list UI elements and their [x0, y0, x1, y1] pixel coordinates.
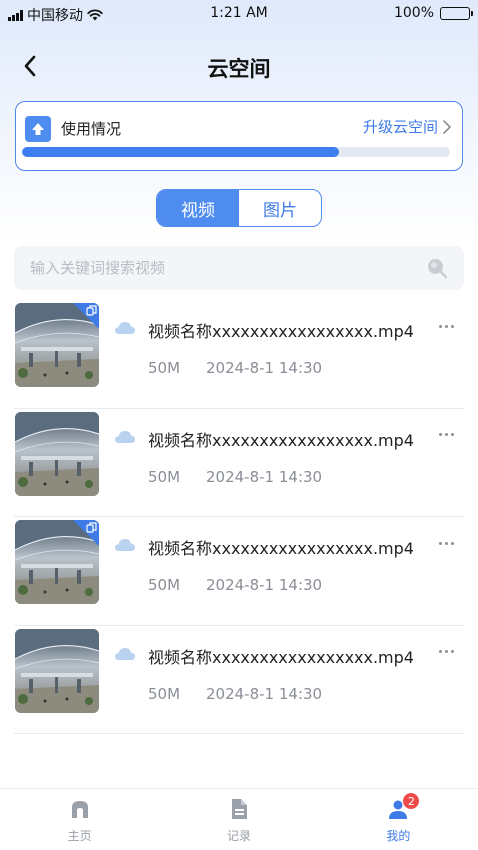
- file-size: 50M: [148, 576, 181, 594]
- file-list: 视频名称xxxxxxxxxxxxxxxxx.mp4 50M 2024-8-1 1…: [14, 300, 464, 734]
- usage-label: 使用情况: [61, 120, 122, 138]
- tab-mine-label: 我的: [386, 829, 411, 843]
- chevron-right-icon: [443, 119, 451, 134]
- home-icon: [71, 801, 88, 818]
- file-size: 50M: [148, 684, 181, 703]
- search-input[interactable]: [30, 246, 410, 290]
- file-date: 2024-8-1 14:30: [206, 684, 323, 703]
- cloud-icon: [115, 647, 135, 660]
- more-options-button[interactable]: [434, 423, 458, 447]
- video-thumbnail[interactable]: [15, 411, 99, 496]
- cloud-icon: [115, 430, 135, 443]
- cloud-icon: [115, 539, 135, 551]
- file-name[interactable]: 视频名称xxxxxxxxxxxxxxxxx.mp4: [148, 427, 414, 451]
- more-options-button[interactable]: [434, 314, 458, 338]
- media-type-segmented-control: 视频 图片: [156, 189, 322, 227]
- file-date: 2024-8-1 14:30: [206, 359, 323, 377]
- file-size: 50M: [148, 467, 181, 486]
- more-options-button[interactable]: [434, 531, 458, 555]
- battery-percent: 100%: [393, 5, 434, 21]
- storage-progress-bar: [22, 147, 450, 157]
- video-thumbnail[interactable]: [15, 520, 99, 604]
- video-thumbnail-image: [15, 411, 99, 496]
- upgrade-label: 升级云空间: [362, 118, 438, 136]
- storage-progress-fill: [22, 147, 339, 157]
- file-name[interactable]: 视频名称xxxxxxxxxxxxxxxxx.mp4: [148, 535, 414, 559]
- file-row[interactable]: 视频名称xxxxxxxxxxxxxxxxx.mp4 50M 2024-8-1 1…: [14, 626, 464, 734]
- file-row[interactable]: 视频名称xxxxxxxxxxxxxxxxx.mp4 50M 2024-8-1 1…: [14, 517, 464, 626]
- tab-videos[interactable]: 视频: [157, 190, 239, 226]
- copy-icon: [86, 305, 97, 316]
- copy-icon: [86, 522, 97, 533]
- battery-icon: [440, 6, 473, 20]
- cloud-icon: [115, 322, 135, 334]
- file-row[interactable]: 视频名称xxxxxxxxxxxxxxxxx.mp4 50M 2024-8-1 1…: [14, 409, 464, 517]
- video-thumbnail-image: [15, 628, 99, 713]
- page-title: 云空间: [207, 57, 271, 81]
- navigation-bar: 云空间: [0, 44, 478, 88]
- file-date: 2024-8-1 14:30: [206, 576, 323, 594]
- upload-icon: [25, 116, 51, 142]
- more-options-button[interactable]: [434, 640, 458, 664]
- file-name[interactable]: 视频名称xxxxxxxxxxxxxxxxx.mp4: [148, 318, 414, 342]
- storage-usage-card: 使用情况 升级云空间: [15, 101, 463, 171]
- tab-mine[interactable]: 2 我的: [319, 789, 478, 850]
- tab-records[interactable]: 记录: [159, 789, 318, 850]
- notification-badge: 2: [402, 792, 421, 810]
- document-icon: [231, 799, 247, 819]
- tab-images[interactable]: 图片: [239, 190, 321, 226]
- file-name[interactable]: 视频名称xxxxxxxxxxxxxxxxx.mp4: [148, 644, 414, 668]
- status-bar: 中国移动 1:21 AM 100%: [0, 0, 478, 30]
- bottom-tab-bar: 主页 记录 2 我的: [0, 788, 478, 850]
- video-thumbnail[interactable]: [15, 628, 99, 713]
- tab-records-label: 记录: [226, 829, 251, 843]
- search-icon[interactable]: [426, 257, 448, 279]
- file-size: 50M: [148, 359, 181, 377]
- tab-home-label: 主页: [67, 829, 92, 843]
- video-thumbnail[interactable]: [15, 303, 99, 387]
- file-date: 2024-8-1 14:30: [206, 467, 323, 486]
- status-right: 100%: [393, 5, 473, 21]
- upgrade-storage-link[interactable]: 升级云空间: [363, 116, 452, 137]
- search-bar: [14, 246, 464, 290]
- tab-home[interactable]: 主页: [0, 789, 159, 850]
- file-row[interactable]: 视频名称xxxxxxxxxxxxxxxxx.mp4 50M 2024-8-1 1…: [14, 300, 464, 409]
